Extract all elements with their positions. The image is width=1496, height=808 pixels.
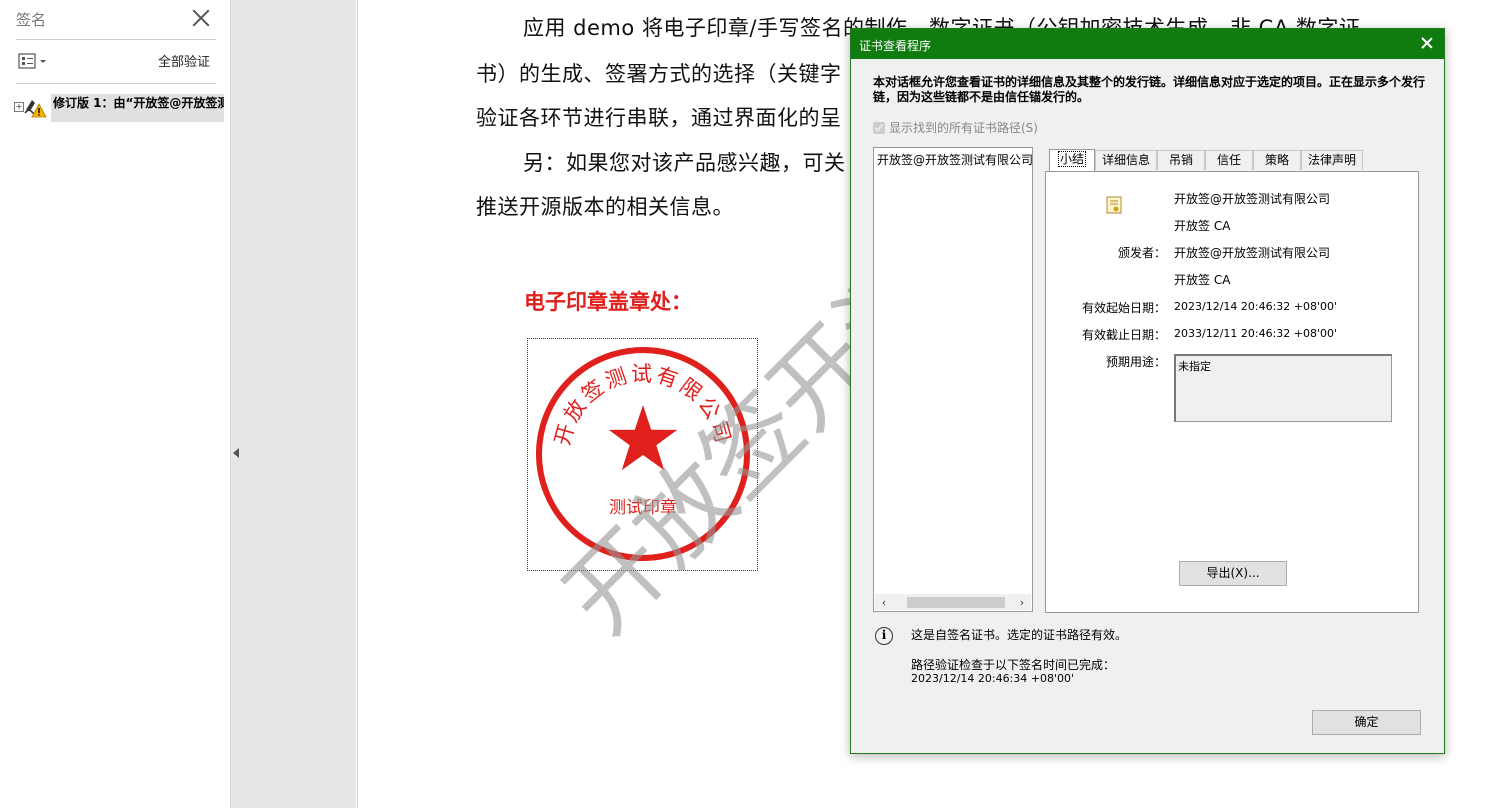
revision-label: 修订版 1：由“开放签@开放签测试有限公司”签名 — [51, 94, 224, 122]
checkbox[interactable] — [873, 122, 885, 134]
scroll-right-icon[interactable]: › — [1015, 596, 1029, 609]
valid-to-value: 2033/12/11 20:46:32 +08'00' — [1174, 327, 1338, 340]
close-icon[interactable] — [1420, 36, 1434, 50]
doc-paragraph-line: 推送开源版本的相关信息。 — [476, 195, 734, 219]
usage-label: 预期用途： — [1105, 355, 1166, 369]
path-check-label: 路径验证检查于以下签名时间已完成： — [911, 658, 1116, 672]
doc-paragraph-line: 验证各环节进行串联，通过界面化的呈 — [476, 106, 842, 130]
revision-item[interactable]: + 修订版 1：由“开放签@开放签测试有限公司”签名 — [14, 94, 226, 122]
tab-details[interactable]: 详细信息 — [1095, 150, 1157, 170]
validity-status: 这是自签名证书。选定的证书路径有效。 — [911, 628, 1128, 642]
panel-title: 签名 — [16, 11, 47, 29]
valid-from-label: 有效起始日期： — [1081, 301, 1166, 315]
tab-trust[interactable]: 信任 — [1205, 150, 1253, 170]
valid-to-label: 有效截止日期： — [1081, 328, 1166, 342]
doc-paragraph-line: 书）的生成、签署方式的选择（关键字 — [476, 62, 842, 86]
options-menu-button[interactable] — [18, 52, 50, 72]
panel-splitter[interactable] — [231, 0, 356, 808]
tab-policy[interactable]: 策略 — [1253, 150, 1301, 170]
signature-panel: 签名 全部验证 + 修订版 1：由“开放签@开放签测试有限公司”签名 — [0, 0, 231, 808]
horizontal-scrollbar[interactable]: ‹ › — [875, 594, 1031, 610]
issuer-name: 开放签@开放签测试有限公司 — [1174, 246, 1331, 260]
chain-list-item[interactable]: 开放签@开放签测试有限公司 — [877, 151, 1032, 168]
subject-name: 开放签@开放签测试有限公司 — [1174, 192, 1331, 206]
scroll-thumb[interactable] — [907, 597, 1005, 608]
certificate-icon — [1106, 196, 1122, 214]
issuer-org: 开放签 CA — [1174, 273, 1231, 287]
doc-paragraph-line: 另：如果您对该产品感兴趣，可关 — [523, 151, 846, 175]
show-all-paths-checkbox[interactable]: 显示找到的所有证书路径(S) — [873, 119, 1038, 136]
tab-revocation[interactable]: 吊销 — [1157, 150, 1205, 170]
signature-warning-icon — [23, 96, 47, 118]
tab-legal[interactable]: 法律声明 — [1301, 150, 1363, 170]
ok-button[interactable]: 确定 — [1312, 710, 1421, 735]
summary-panel: 开放签@开放签测试有限公司 开放签 CA 颁发者： 开放签@开放签测试有限公司 … — [1045, 171, 1419, 613]
stamp-heading: 电子印章盖章处： — [524, 290, 692, 314]
certificate-chain-list[interactable]: 开放签@开放签测试有限公司 ‹ › — [873, 147, 1033, 612]
tab-summary[interactable]: 小结 — [1049, 149, 1095, 171]
verify-all-button[interactable]: 全部验证 — [158, 51, 210, 70]
info-icon: i — [875, 627, 893, 645]
scroll-left-icon[interactable]: ‹ — [877, 596, 891, 609]
usage-box[interactable]: 未指定 — [1174, 354, 1392, 422]
path-check-time: 2023/12/14 20:46:34 +08'00' — [911, 672, 1075, 685]
subject-org: 开放签 CA — [1174, 219, 1231, 233]
valid-from-value: 2023/12/14 20:46:32 +08'00' — [1174, 300, 1338, 313]
collapse-arrow-icon[interactable] — [233, 448, 239, 458]
dialog-title: 证书查看程序 — [859, 39, 932, 53]
close-icon[interactable] — [190, 7, 212, 29]
divider — [16, 39, 216, 40]
certificate-viewer-dialog: 证书查看程序 本对话框允许您查看证书的详细信息及其整个的发行链。详细信息对应于选… — [850, 28, 1445, 754]
checkbox-label: 显示找到的所有证书路径(S) — [889, 121, 1038, 135]
export-button[interactable]: 导出(X)... — [1179, 561, 1287, 586]
dialog-description: 本对话框允许您查看证书的详细信息及其整个的发行链。详细信息对应于选定的项目。正在… — [873, 75, 1426, 104]
dialog-titlebar[interactable]: 证书查看程序 — [851, 29, 1444, 59]
issuer-label: 颁发者： — [1117, 246, 1166, 260]
divider — [16, 83, 216, 84]
list-options-icon — [18, 53, 46, 69]
